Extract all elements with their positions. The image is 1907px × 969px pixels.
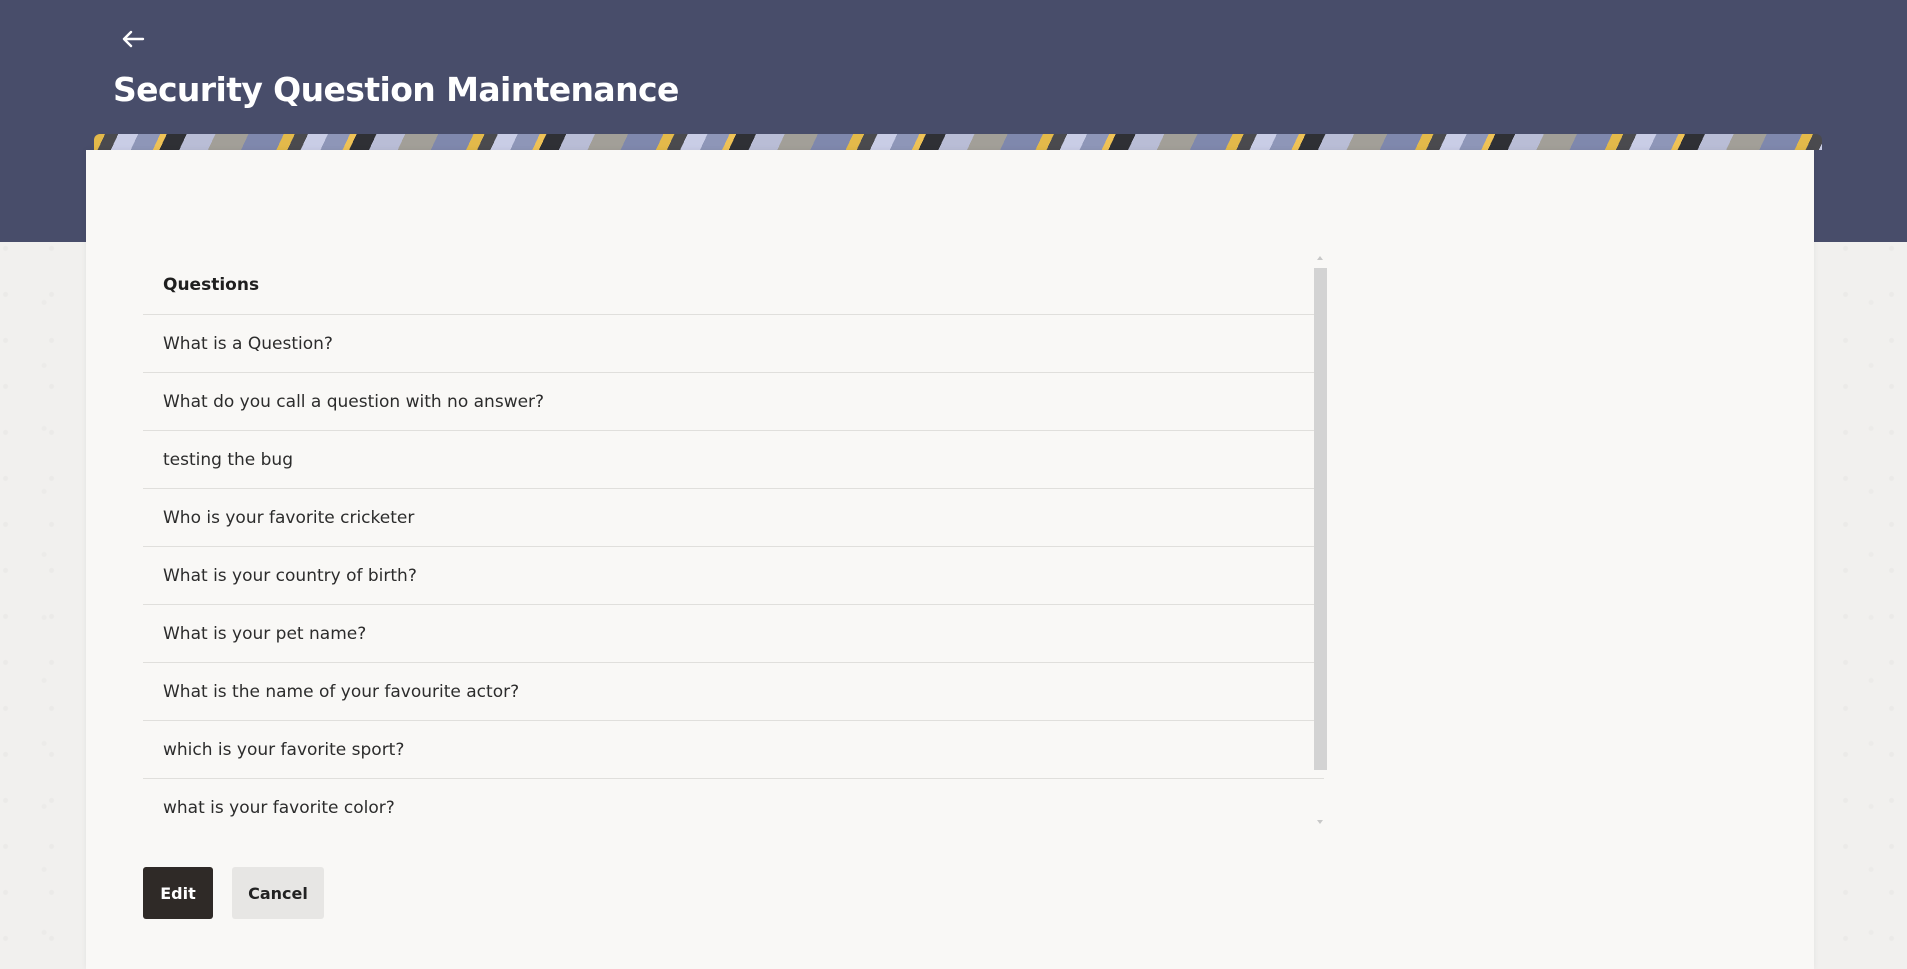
arrow-left-icon bbox=[122, 30, 145, 48]
scrollbar-thumb[interactable] bbox=[1314, 268, 1327, 770]
decorative-banner bbox=[94, 134, 1822, 150]
questions-scrollbar[interactable] bbox=[1314, 254, 1327, 826]
question-row[interactable]: What do you call a question with no answ… bbox=[143, 373, 1324, 431]
question-row[interactable]: testing the bug bbox=[143, 431, 1324, 489]
question-row[interactable]: what is your favorite color? bbox=[143, 779, 1324, 832]
edit-button[interactable]: Edit bbox=[143, 867, 213, 919]
page-title: Security Question Maintenance bbox=[113, 70, 679, 109]
back-button[interactable] bbox=[116, 22, 150, 56]
content-card: Questions What is a Question? What do yo… bbox=[86, 150, 1814, 969]
question-row[interactable]: What is your pet name? bbox=[143, 605, 1324, 663]
question-row[interactable]: What is a Question? bbox=[143, 315, 1324, 373]
scroll-down-icon[interactable] bbox=[1317, 820, 1323, 824]
scroll-up-icon[interactable] bbox=[1317, 256, 1323, 260]
question-row[interactable]: What is the name of your favourite actor… bbox=[143, 663, 1324, 721]
cancel-button[interactable]: Cancel bbox=[232, 867, 324, 919]
questions-list: Questions What is a Question? What do yo… bbox=[143, 256, 1324, 832]
question-row[interactable]: Who is your favorite cricketer bbox=[143, 489, 1324, 547]
question-row[interactable]: What is your country of birth? bbox=[143, 547, 1324, 605]
question-row[interactable]: which is your favorite sport? bbox=[143, 721, 1324, 779]
questions-list-header: Questions bbox=[143, 256, 1324, 315]
